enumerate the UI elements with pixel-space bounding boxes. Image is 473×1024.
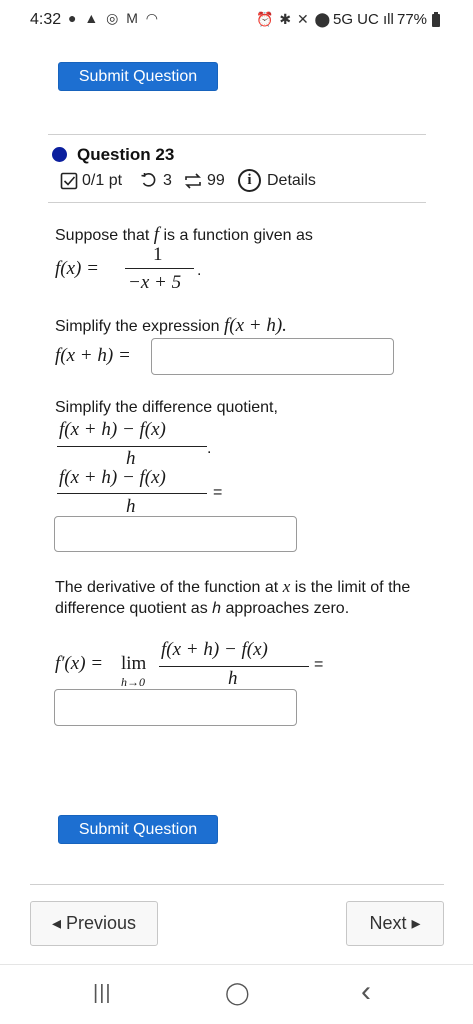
- info-icon[interactable]: i: [238, 169, 261, 192]
- part2-prompt: Simplify the difference quotient,: [55, 399, 278, 416]
- retries-count: 3: [163, 172, 172, 189]
- undo-icon: [141, 173, 156, 187]
- fraction-numerator: 1: [153, 244, 163, 265]
- clock: 4:32: [30, 11, 62, 28]
- score-text: 0/1 pt: [82, 172, 123, 189]
- attempts-meta: 99: [183, 170, 225, 192]
- score-meta: 0/1 pt: [60, 170, 122, 192]
- retries-meta: 3: [140, 170, 172, 192]
- checkbox-score-icon: [60, 172, 78, 190]
- dq2-fraction-bar: [57, 493, 207, 494]
- part1-prompt: Simplify the expression f(x + h).: [55, 315, 287, 336]
- fraction-period: .: [197, 262, 202, 279]
- fxh-answer-input[interactable]: [151, 338, 394, 375]
- network-indicator: 5G UC ıll: [333, 11, 394, 28]
- back-icon[interactable]: ‹: [361, 975, 371, 1009]
- dq-numerator: f(x + h) − f(x): [59, 419, 166, 440]
- lim-numerator: f(x + h) − f(x): [161, 639, 268, 660]
- dq-answer-input[interactable]: [54, 516, 297, 552]
- lim-subscript: h→0: [121, 675, 145, 689]
- lim-equals: =: [314, 656, 324, 673]
- question-title: Question 23: [77, 145, 175, 164]
- battery-icon: [432, 12, 440, 27]
- question-status-dot: [52, 147, 67, 162]
- submit-question-button-bottom[interactable]: Submit Question: [58, 815, 218, 844]
- lim-denominator: h: [228, 668, 238, 689]
- derivative-answer-input[interactable]: [54, 689, 297, 726]
- problem-intro: Suppose that f is a function given as: [55, 224, 313, 245]
- divider: [30, 884, 444, 885]
- home-icon[interactable]: ◯: [225, 980, 250, 1006]
- dq-period: .: [207, 440, 212, 457]
- system-navigation-bar: ||| ◯ ‹: [0, 964, 473, 1024]
- dq2-equals: =: [213, 484, 223, 501]
- dq2-denominator: h: [126, 496, 136, 517]
- part3-prompt: The derivative of the function at x is t…: [55, 577, 411, 617]
- dq-fraction-bar: [57, 446, 207, 447]
- divider: [48, 202, 426, 203]
- details-link[interactable]: Details: [267, 170, 316, 192]
- next-button[interactable]: Next ▸: [346, 901, 444, 946]
- attempts-count: 99: [207, 172, 225, 189]
- status-bar: 4:32 ● ▲ ◎ M ◠ ⏰ ✱ ✕ ⬤ 5G UC ıll 77%: [0, 0, 473, 40]
- previous-button[interactable]: ◂ Previous: [30, 901, 158, 946]
- recent-apps-icon[interactable]: |||: [93, 982, 112, 1005]
- fprime-label: f′(x) =: [55, 653, 104, 674]
- system-status-icons: ⏰ ✱ ✕ ⬤: [256, 11, 332, 27]
- fraction-denominator: −x + 5: [128, 272, 182, 293]
- notification-icons: ● ▲ ◎ M ◠: [68, 10, 160, 26]
- submit-question-button-top[interactable]: Submit Question: [58, 62, 218, 91]
- fx-label: f(x) =: [55, 258, 99, 279]
- lim-operator: lim: [121, 653, 147, 674]
- repeat-icon: [185, 173, 201, 189]
- lim-fraction-bar: [159, 666, 309, 667]
- dq2-numerator: f(x + h) − f(x): [59, 467, 166, 488]
- fxh-label: f(x + h) =: [55, 345, 131, 366]
- divider: [48, 134, 426, 135]
- battery-percentage: 77%: [397, 11, 428, 28]
- fraction-bar: [125, 268, 194, 269]
